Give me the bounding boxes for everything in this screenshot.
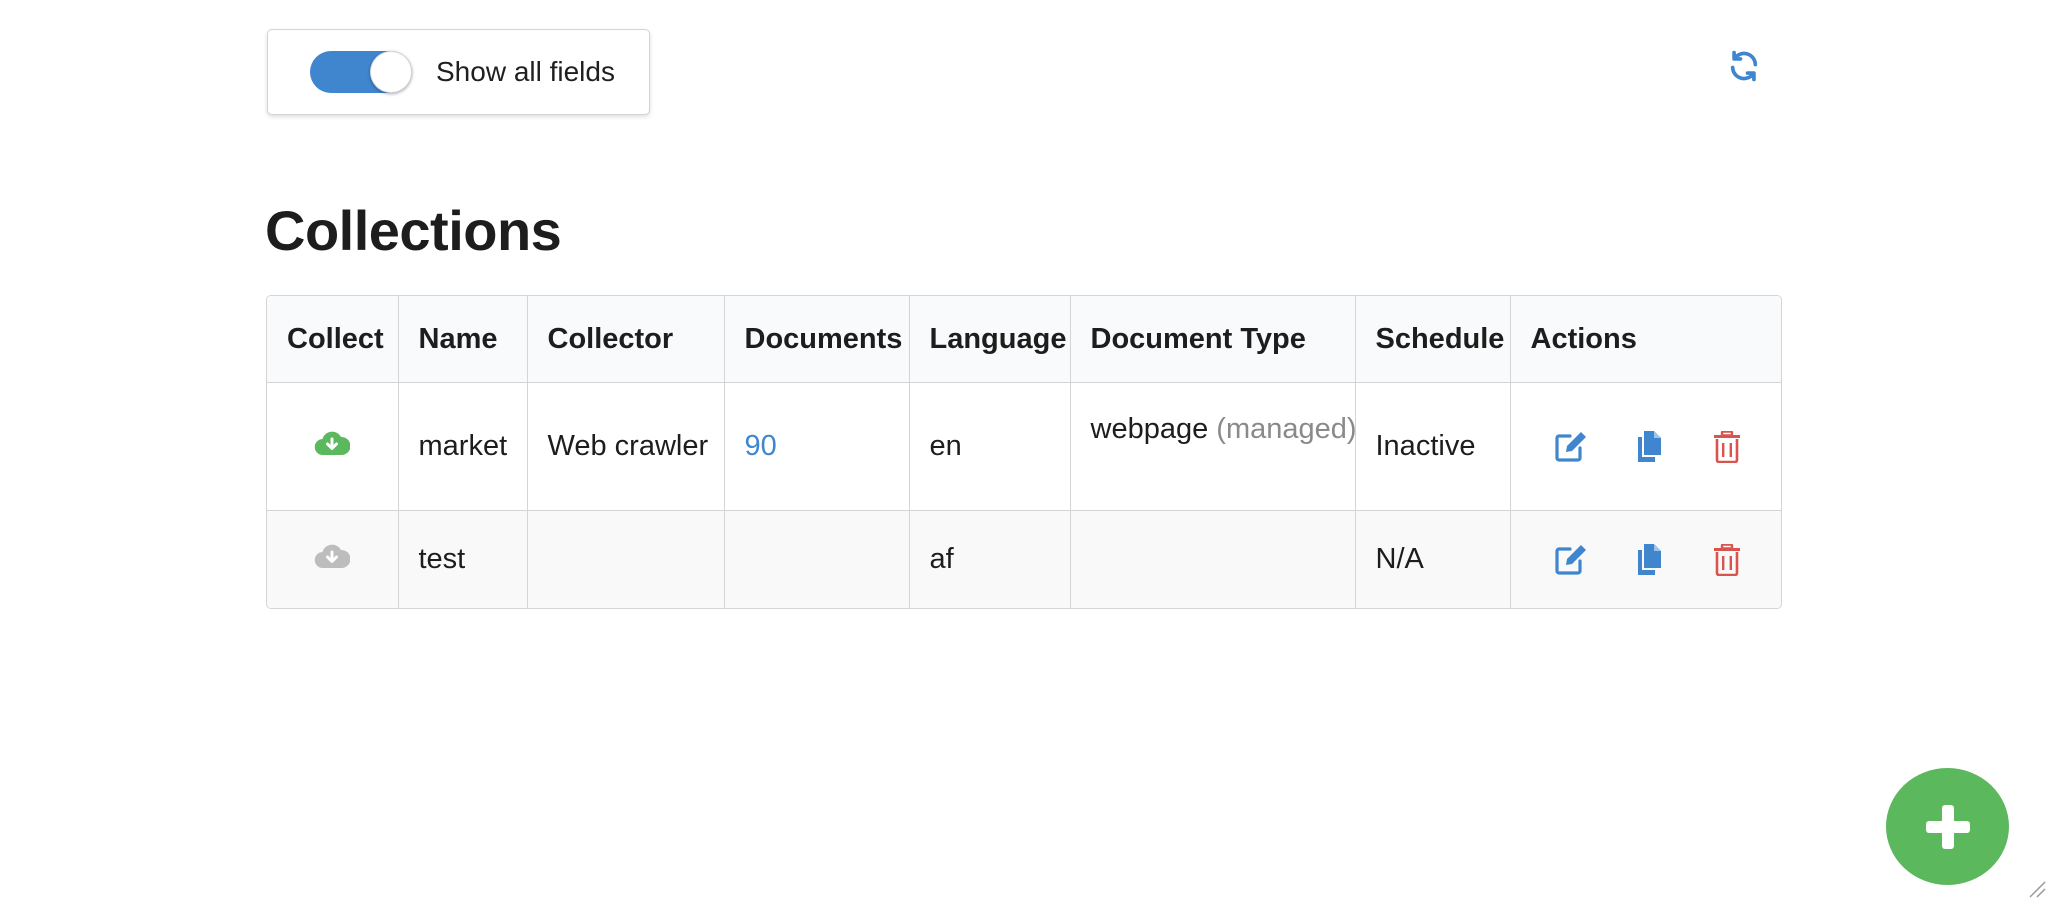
resize-grip-icon[interactable]: [2028, 880, 2046, 898]
actions-cell: [1510, 510, 1781, 608]
delete-icon[interactable]: [1709, 542, 1745, 578]
collector-cell: Web crawler: [527, 382, 725, 511]
toggle-label: Show all fields: [436, 56, 615, 87]
name-cell: market: [398, 382, 528, 511]
collect-cell: [267, 510, 399, 608]
column-header-collector: Collector: [527, 296, 725, 383]
column-header-language: Language: [909, 296, 1071, 383]
language-cell: af: [909, 510, 1071, 608]
document-type-cell: [1070, 510, 1356, 608]
column-header-name: Name: [398, 296, 528, 383]
copy-icon[interactable]: [1631, 542, 1667, 578]
collector-cell: [527, 510, 725, 608]
delete-icon[interactable]: [1709, 429, 1745, 465]
column-header-actions: Actions: [1510, 296, 1781, 383]
table-row: test af N/A: [267, 510, 1781, 608]
column-header-documents: Documents: [724, 296, 910, 383]
documents-count-link[interactable]: 90: [745, 430, 777, 462]
language-cell: en: [909, 382, 1071, 511]
toggle-knob[interactable]: [370, 51, 412, 93]
page-title: Collections: [265, 199, 562, 262]
cloud-download-icon[interactable]: [314, 429, 351, 465]
table-row: market Web crawler 90 en webpage (manage…: [267, 382, 1781, 511]
collections-table: Collect Name Collector Documents Languag…: [266, 295, 1782, 609]
document-type-value: webpage: [1090, 413, 1209, 445]
copy-icon[interactable]: [1631, 429, 1667, 465]
edit-icon[interactable]: [1553, 542, 1589, 578]
column-header-document-type: Document Type: [1070, 296, 1356, 383]
table-header-row: Collect Name Collector Documents Languag…: [267, 296, 1781, 383]
document-type-cell: webpage (managed): [1070, 382, 1357, 511]
plus-icon: [1925, 804, 1970, 849]
collect-cell: [267, 382, 399, 511]
actions-cell: [1510, 382, 1781, 511]
schedule-cell: Inactive: [1355, 382, 1511, 511]
document-type-note: (managed): [1216, 413, 1357, 445]
cloud-download-icon[interactable]: [314, 542, 351, 578]
refresh-icon[interactable]: [1724, 46, 1764, 86]
column-header-collect: Collect: [267, 296, 399, 383]
show-all-fields-toggle[interactable]: [310, 51, 412, 93]
page: Show all fields Collections Collect Name…: [0, 0, 2048, 900]
documents-cell: 90: [724, 382, 910, 511]
show-all-fields-toggle-container: Show all fields: [267, 29, 650, 115]
column-header-schedule: Schedule: [1355, 296, 1511, 383]
documents-cell: [724, 510, 910, 608]
add-collection-button[interactable]: [1886, 768, 2009, 885]
edit-icon[interactable]: [1553, 429, 1589, 465]
name-cell: test: [398, 510, 528, 608]
schedule-cell: N/A: [1355, 510, 1511, 608]
